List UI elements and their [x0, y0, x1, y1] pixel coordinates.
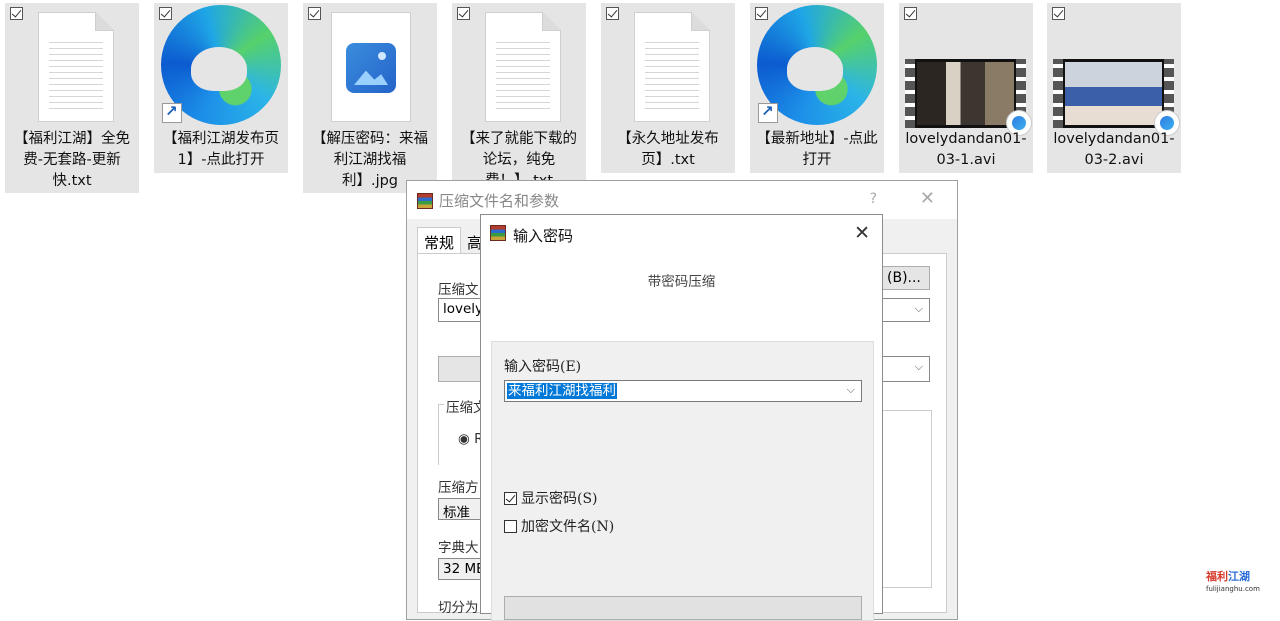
- file-item[interactable]: 【福利江湖】全免费-无套路-更新快.txt: [5, 3, 139, 193]
- file-name: 【最新地址】-点此打开: [756, 131, 878, 168]
- checkbox-icon[interactable]: [904, 7, 917, 20]
- file-item[interactable]: 【福利江湖发布页1】-点此打开: [154, 3, 288, 173]
- checkbox-icon[interactable]: [159, 7, 172, 20]
- file-name: lovelydandan01-03-2.avi: [1053, 131, 1175, 168]
- password-form: 输入密码(E) 来福利江湖找福利 ⌵ 显示密码(S) 加密文件名(N): [491, 341, 874, 621]
- show-password-checkbox[interactable]: 显示密码(S): [504, 488, 598, 508]
- close-button[interactable]: ✕: [920, 188, 935, 209]
- file-item[interactable]: 【永久地址发布页】.txt: [601, 3, 735, 173]
- dictionary-size-label: 字典大: [438, 540, 479, 556]
- checkbox-icon[interactable]: [457, 7, 470, 20]
- text-file-icon: [601, 3, 735, 128]
- watermark-logo: 福利江湖 fulijianghu.com: [1206, 568, 1276, 598]
- show-password-label: 显示密码(S): [521, 491, 598, 507]
- checkbox-icon[interactable]: [755, 7, 768, 20]
- video-file-icon: [899, 3, 1033, 136]
- encrypt-filenames-label: 加密文件名(N): [521, 519, 615, 535]
- winrar-icon: [490, 225, 506, 241]
- file-item[interactable]: lovelydandan01-03-1.avi: [899, 3, 1033, 173]
- checkbox-unchecked-icon: [504, 520, 517, 533]
- file-item[interactable]: 【解压密码：来福利江湖找福利】.jpg: [303, 3, 437, 193]
- chevron-down-icon[interactable]: ⌵: [847, 383, 855, 397]
- checkbox-icon[interactable]: [10, 7, 23, 20]
- file-name: 【永久地址发布页】.txt: [617, 131, 719, 168]
- watermark-title: 福利江湖: [1206, 568, 1276, 584]
- chevron-down-icon: ⌵: [914, 302, 923, 315]
- split-volumes-label: 切分为: [438, 600, 479, 616]
- watermark-title-red: 福利: [1206, 570, 1228, 583]
- encrypt-filenames-checkbox[interactable]: 加密文件名(N): [504, 516, 614, 536]
- checkbox-checked-icon: [504, 492, 517, 505]
- checkbox-icon[interactable]: [606, 7, 619, 20]
- text-file-icon: [5, 3, 139, 128]
- edge-browser-icon: [750, 3, 884, 128]
- archive-name-label: 压缩文: [438, 282, 479, 298]
- watermark-title-blue: 江湖: [1228, 570, 1250, 583]
- close-button[interactable]: ✕: [854, 222, 870, 244]
- file-item[interactable]: lovelydandan01-03-2.avi: [1047, 3, 1181, 173]
- chevron-down-icon: ⌵: [914, 360, 923, 373]
- help-button[interactable]: ?: [870, 191, 877, 207]
- file-item[interactable]: 【最新地址】-点此打开: [750, 3, 884, 173]
- file-name: 【福利江湖发布页1】-点此打开: [163, 131, 279, 168]
- browse-button[interactable]: (B)...: [880, 266, 930, 290]
- file-item[interactable]: 【来了就能下载的论坛，纯免费！】.txt: [452, 3, 586, 193]
- password-dialog: 输入密码 ✕ 带密码压缩 输入密码(E) 来福利江湖找福利 ⌵ 显示密码(S) …: [480, 214, 883, 621]
- file-name: lovelydandan01-03-1.avi: [905, 131, 1027, 168]
- update-mode-select[interactable]: ⌵: [880, 356, 930, 382]
- shortcut-arrow-icon: [162, 102, 182, 123]
- video-file-icon: [1047, 3, 1181, 136]
- archive-dialog-title: 压缩文件名和参数: [439, 192, 560, 210]
- checkbox-icon[interactable]: [1052, 7, 1065, 20]
- file-name: 【福利江湖】全免费-无套路-更新快.txt: [14, 131, 130, 189]
- edge-browser-icon: [154, 3, 288, 128]
- password-dialog-title: 输入密码: [513, 227, 574, 245]
- password-input[interactable]: 来福利江湖找福利 ⌵: [504, 380, 862, 402]
- watermark-url: fulijianghu.com: [1206, 585, 1260, 593]
- password-dialog-subtitle: 带密码压缩: [647, 274, 716, 290]
- password-label: 输入密码(E): [504, 359, 582, 375]
- ok-button[interactable]: [504, 596, 862, 620]
- image-file-icon: [303, 3, 437, 128]
- checkbox-icon[interactable]: [308, 7, 321, 20]
- text-file-icon: [452, 3, 586, 128]
- shortcut-arrow-icon: [758, 102, 778, 123]
- password-value: 来福利江湖找福利: [507, 383, 617, 399]
- winrar-icon: [417, 193, 433, 209]
- file-grid: 【福利江湖】全免费-无套路-更新快.txt 【福利江湖发布页1】-点此打开 【解…: [0, 0, 1280, 200]
- compression-method-label: 压缩方: [438, 480, 479, 496]
